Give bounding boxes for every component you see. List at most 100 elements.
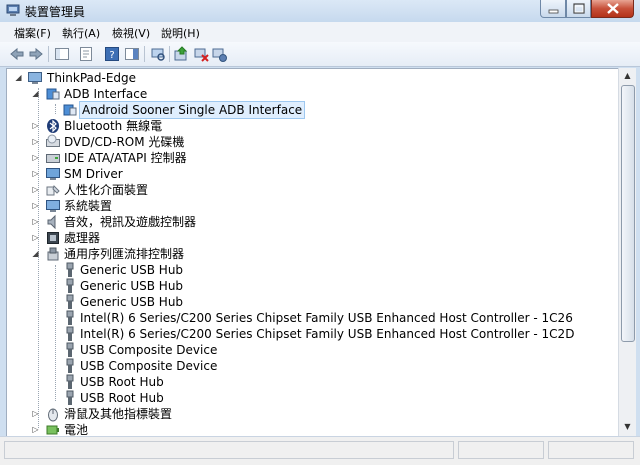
title-bar[interactable]: 裝置管理員 — [0, 0, 640, 22]
uninstall-device-icon[interactable] — [211, 46, 227, 62]
usb-plug-icon — [66, 326, 74, 341]
maximize-button[interactable] — [566, 0, 591, 18]
maximize-icon — [573, 3, 585, 14]
toolbar-separator — [144, 46, 145, 62]
toolbar-separator — [169, 46, 170, 62]
status-pane — [548, 441, 634, 459]
tree-node-dvd[interactable]: ▷ DVD/CD-ROM 光碟機 — [7, 134, 307, 150]
vertical-scrollbar[interactable]: ▲ ▼ — [618, 68, 636, 436]
expand-arrow-icon[interactable]: ▷ — [31, 169, 40, 178]
tree-node-mouse[interactable]: ▷ 滑鼠及其他指標裝置 — [7, 406, 307, 422]
device-label: Generic USB Hub — [80, 263, 184, 277]
tree-node-usb-device[interactable]: Intel(R) 6 Series/C200 Series Chipset Fa… — [7, 310, 573, 326]
usb-plug-icon — [66, 390, 74, 405]
category-label: SM Driver — [64, 167, 123, 181]
expand-arrow-icon[interactable]: ▷ — [31, 153, 40, 162]
device-label: Generic USB Hub — [80, 279, 184, 293]
scroll-down-icon[interactable]: ▼ — [619, 419, 636, 435]
mouse-icon — [48, 408, 58, 422]
tree-node-usb-device[interactable]: Generic USB Hub — [7, 294, 307, 310]
properties-icon[interactable] — [78, 46, 94, 62]
svg-text:?: ? — [109, 50, 114, 61]
usb-plug-icon — [66, 278, 74, 293]
minimize-button[interactable] — [540, 0, 566, 18]
collapse-arrow-icon[interactable]: ◢ — [14, 73, 23, 82]
status-pane — [4, 441, 454, 459]
speaker-icon — [47, 214, 56, 230]
menu-view[interactable]: 檢視(V) — [112, 25, 150, 41]
expand-arrow-icon[interactable]: ▷ — [31, 409, 40, 418]
scroll-up-icon[interactable]: ▲ — [619, 68, 636, 84]
adb-interface-icon — [46, 88, 60, 100]
toolbar: ? — [0, 42, 640, 67]
back-icon[interactable] — [9, 46, 25, 62]
collapse-arrow-icon[interactable]: ◢ — [31, 249, 40, 258]
system-devices-icon — [46, 200, 60, 212]
usb-plug-icon — [66, 294, 74, 309]
device-label: Generic USB Hub — [80, 295, 184, 309]
tree-node-adb-interface[interactable]: ◢ ADB Interface — [7, 86, 307, 102]
processor-icon — [47, 232, 59, 244]
usb-plug-icon — [66, 358, 74, 373]
expand-arrow-icon[interactable]: ▷ — [31, 121, 40, 130]
minimize-icon — [548, 9, 559, 14]
device-manager-window: 裝置管理員 檔案(F) 執行(A) 檢視(V) 說明(H) ? ◢ ThinkP… — [0, 0, 640, 465]
menu-bar: 檔案(F) 執行(A) 檢視(V) 說明(H) — [0, 22, 640, 43]
menu-action[interactable]: 執行(A) — [62, 25, 100, 41]
collapse-arrow-icon[interactable]: ◢ — [31, 89, 40, 98]
device-manager-app-icon — [6, 4, 20, 16]
sm-driver-icon — [46, 168, 60, 180]
menu-file[interactable]: 檔案(F) — [14, 25, 51, 41]
tree-node-usb-device[interactable]: USB Root Hub — [7, 390, 307, 406]
tree-node-usb-device[interactable]: USB Composite Device — [7, 358, 307, 374]
tree-node-root[interactable]: ◢ ThinkPad-Edge — [7, 70, 307, 86]
usb-plug-icon — [66, 374, 74, 389]
adb-device-icon — [63, 104, 77, 116]
tree-node-usb-device[interactable]: Intel(R) 6 Series/C200 Series Chipset Fa… — [7, 326, 574, 342]
toolbar-separator — [48, 46, 49, 62]
device-label: USB Root Hub — [80, 391, 164, 405]
tree-node-system[interactable]: ▷ 系統裝置 — [7, 198, 307, 214]
usb-plug-icon — [66, 310, 74, 325]
expand-arrow-icon[interactable]: ▷ — [31, 137, 40, 146]
tree-node-usb-device[interactable]: USB Composite Device — [7, 342, 307, 358]
bluetooth-icon — [47, 119, 59, 133]
tree-node-sm-driver[interactable]: ▷ SM Driver — [7, 166, 307, 182]
device-label: USB Root Hub — [80, 375, 164, 389]
tree-node-sound[interactable]: ▷ 音效，視訊及遊戲控制器 — [7, 214, 307, 230]
status-pane — [458, 441, 544, 459]
disable-device-icon[interactable] — [193, 46, 209, 62]
usb-plug-icon — [66, 342, 74, 357]
update-driver-icon[interactable] — [173, 46, 189, 62]
dvd-drive-icon — [46, 134, 60, 147]
action-pane-icon[interactable] — [124, 46, 140, 62]
tree-node-processor[interactable]: ▷ 處理器 — [7, 230, 307, 246]
device-label: USB Composite Device — [80, 359, 218, 373]
menu-help[interactable]: 說明(H) — [161, 25, 200, 41]
scrollbar-thumb[interactable] — [621, 85, 635, 342]
tree-node-usb-controllers[interactable]: ◢ 通用序列匯流排控制器 — [7, 246, 307, 262]
usb-controller-icon — [47, 247, 59, 261]
tree-node-usb-device[interactable]: USB Root Hub — [7, 374, 307, 390]
tree-node-ide[interactable]: ▷ IDE ATA/ATAPI 控制器 — [7, 150, 307, 166]
expand-arrow-icon[interactable]: ▷ — [31, 425, 40, 434]
tree-node-usb-device[interactable]: Generic USB Hub — [7, 262, 307, 278]
close-button[interactable] — [591, 0, 634, 18]
scan-hardware-icon[interactable] — [150, 46, 166, 62]
tree-node-hid[interactable]: ▷ 人性化介面裝置 — [7, 182, 307, 198]
expand-arrow-icon[interactable]: ▷ — [31, 233, 40, 242]
window-title: 裝置管理員 — [25, 5, 86, 19]
expand-arrow-icon[interactable]: ▷ — [31, 185, 40, 194]
tree-node-adb-device[interactable]: Android Sooner Single ADB Interface — [7, 101, 307, 119]
tree-node-usb-device[interactable]: Generic USB Hub — [7, 278, 307, 294]
category-label: ADB Interface — [64, 87, 148, 101]
expand-arrow-icon[interactable]: ▷ — [31, 217, 40, 226]
show-hide-console-tree-icon[interactable] — [54, 46, 70, 62]
tree-node-bluetooth[interactable]: ▷ Bluetooth 無線電 — [7, 118, 307, 134]
device-tree[interactable]: ◢ ThinkPad-Edge ◢ ADB Interface Android … — [6, 68, 626, 438]
expand-arrow-icon[interactable]: ▷ — [31, 201, 40, 210]
help-icon[interactable]: ? — [104, 46, 120, 62]
forward-icon[interactable] — [28, 46, 44, 62]
category-label: 人性化介面裝置 — [64, 183, 149, 197]
category-label: 滑鼠及其他指標裝置 — [64, 407, 173, 421]
